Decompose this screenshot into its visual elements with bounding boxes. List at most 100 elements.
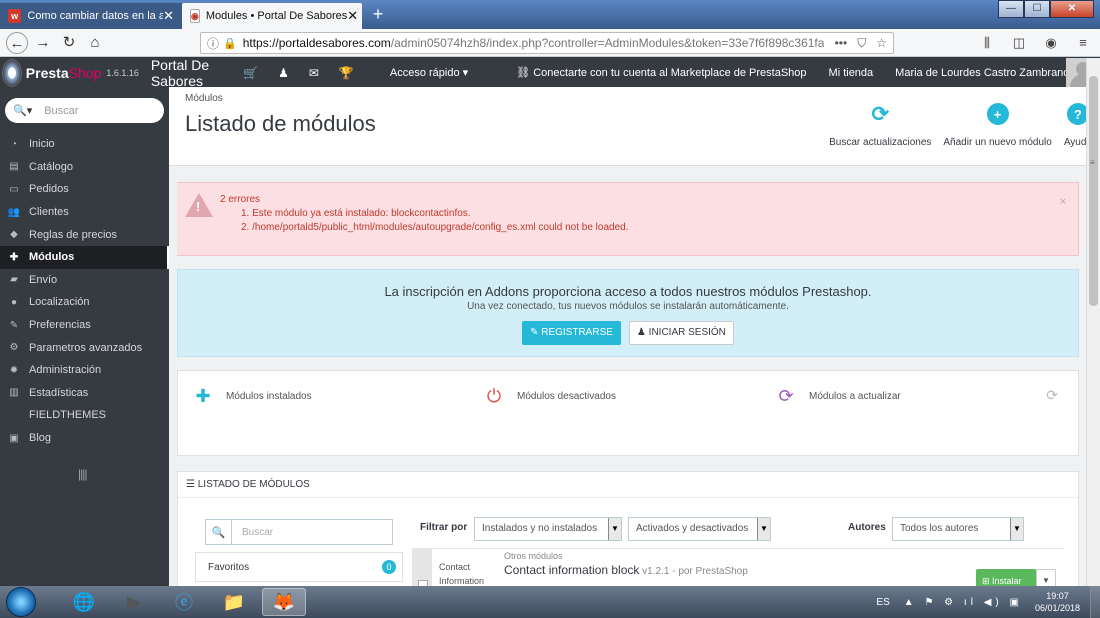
sidebar-item-blog[interactable]: ▣ Blog <box>0 427 169 450</box>
cart-icon[interactable]: 🛒 <box>243 66 258 80</box>
marketplace-link[interactable]: ⛓ Conectarte con tu cuenta al Marketplac… <box>516 66 806 79</box>
sidebar-item-inicio[interactable]: ◔ Inicio <box>0 133 169 156</box>
sidebar-item-modulos[interactable]: ✚ Módulos <box>0 245 169 269</box>
sidebar-item-localizacion[interactable]: ● Localización <box>0 291 169 314</box>
install-status-select[interactable]: Instalados y no instalados ▼ <box>474 517 622 541</box>
info-icon[interactable]: ⓘ <box>207 35 219 52</box>
brand-name[interactable]: PrestaShop <box>26 65 102 81</box>
puzzle-icon: ✚ <box>195 386 211 406</box>
modules-to-update-stat[interactable]: ⟳ Módulos a actualizar <box>775 385 900 407</box>
page-toolbar: ⟳ Buscar actualizaciones + Añadir un nue… <box>829 102 1092 149</box>
language-indicator[interactable]: ES <box>876 597 889 608</box>
sidebar-search-input[interactable]: 🔍▾ Buscar <box>5 98 164 123</box>
tab-close-icon[interactable]: ✕ <box>163 8 174 24</box>
url-bar[interactable]: ⓘ 🔒 https://portaldesabores.com /admin05… <box>200 32 894 54</box>
sidebar-item-clientes[interactable]: 👥 Clientes <box>0 201 169 224</box>
sidebar: 🔍▾ Buscar ◔ Inicio ▤ Catálogo ▭ Pedidos 👥 Cl… <box>0 87 169 586</box>
refresh-icon: ⟳ <box>871 102 890 126</box>
disabled-modules-stat[interactable]: ⏻ Módulos desactivados <box>483 385 616 407</box>
check-updates-button[interactable]: ⟳ Buscar actualizaciones <box>829 102 931 149</box>
minimize-button[interactable]: — <box>998 0 1024 18</box>
globe-icon: ● <box>10 296 18 308</box>
browser-tab-1[interactable]: w Como cambiar datos en la adm ✕ <box>0 3 182 29</box>
forward-icon[interactable]: → <box>32 32 54 54</box>
extension-icon[interactable]: ◉ <box>1042 32 1060 54</box>
installed-modules-stat[interactable]: ✚ Módulos instalados <box>192 385 311 407</box>
internet-explorer-icon[interactable]: ⓔ <box>162 588 206 616</box>
addons-title: La inscripción en Addons proporciona acc… <box>384 284 872 299</box>
enabled-status-select[interactable]: Activados y desactivados ▼ <box>628 517 771 541</box>
tab-close-icon[interactable]: ✕ <box>347 8 358 24</box>
scrollbar-thumb[interactable] <box>1089 76 1098 306</box>
url-host: https://portaldesabores.com <box>242 36 391 50</box>
sidebar-item-envio[interactable]: ▰ Envío <box>0 269 169 292</box>
reload-icon[interactable]: ↻ <box>58 32 80 54</box>
user-icon: ♟ <box>636 327 649 338</box>
sidebar-item-preferencias[interactable]: ✎ Preferencias <box>0 314 169 337</box>
module-search-input[interactable]: 🔍 Buscar <box>205 519 393 545</box>
tray-icons[interactable]: ▲ ⚑ ⚙ ıl ◀) ▣ <box>904 597 1023 608</box>
module-name: Contact information block v1.2.1 - por P… <box>504 563 748 577</box>
sidebar-item-fieldthemes[interactable]: FIELDTHEMES <box>0 404 169 427</box>
wrench-icon: ✎ <box>9 319 19 331</box>
page-actions-icon[interactable]: ••• <box>835 36 848 51</box>
file-explorer-icon[interactable]: 📁 <box>212 588 256 616</box>
login-button[interactable]: ♟ INICIAR SESIÓN <box>628 321 734 345</box>
system-tray: ES ▲ ⚑ ⚙ ıl ◀) ▣ 19:07 06/01/2018 <box>876 586 1100 618</box>
favorites-filter[interactable]: Favoritos 0 <box>195 552 403 582</box>
plus-circle-icon: + <box>986 103 1009 125</box>
sidebar-item-parametros[interactable]: ⚙ Parametros avanzados <box>0 336 169 359</box>
close-window-button[interactable]: ✕ <box>1050 0 1094 18</box>
media-player-icon[interactable]: ▶ <box>112 588 156 616</box>
browser-tab-2[interactable]: ◉ Modules • Portal De Sabores ✕ <box>182 3 362 29</box>
quick-access-menu[interactable]: Acceso rápido ▾ <box>390 66 468 79</box>
sidebar-toggle-icon[interactable]: ◫ <box>1010 32 1028 54</box>
new-tab-button[interactable]: + <box>368 2 388 26</box>
add-module-button[interactable]: + Añadir un nuevo módulo <box>943 103 1052 148</box>
firefox-icon[interactable]: 🦊 <box>262 588 306 616</box>
message-icon[interactable]: ✉ <box>309 66 319 80</box>
prestashop-logo-icon[interactable] <box>2 58 22 87</box>
pocket-icon[interactable]: ⛉ <box>857 36 866 51</box>
trophy-icon[interactable]: 🏆 <box>339 66 354 80</box>
user-menu[interactable]: Maria de Lourdes Castro Zambrano ▾ <box>895 66 1078 79</box>
sidebar-collapse-handle[interactable]: |||| <box>78 467 88 481</box>
bookmark-star-icon[interactable]: ☆ <box>876 36 887 51</box>
sidebar-item-reglas[interactable]: ◆ Reglas de precios <box>0 223 169 246</box>
sidebar-item-administracion[interactable]: ✹ Administración <box>0 359 169 382</box>
alert-error-item: 1. Este módulo ya está instalado: blockc… <box>241 208 471 219</box>
refresh-icon[interactable]: ⟳ <box>1046 387 1058 404</box>
maximize-button[interactable]: ☐ <box>1024 0 1050 18</box>
chrome-icon[interactable]: 🌐 <box>62 588 106 616</box>
sidebar-item-estadisticas[interactable]: ▥ Estadísticas <box>0 382 169 405</box>
clock[interactable]: 19:07 06/01/2018 <box>1035 590 1080 614</box>
back-icon[interactable]: ← <box>6 32 28 54</box>
browser-tab-strip: w Como cambiar datos en la adm ✕ ◉ Modul… <box>0 0 1100 29</box>
library-icon[interactable]: ⫼ <box>978 32 996 54</box>
page-scrollbar[interactable]: ≡ <box>1086 58 1100 586</box>
sidebar-item-pedidos[interactable]: ▭ Pedidos <box>0 178 169 201</box>
home-icon[interactable]: ⌂ <box>84 32 106 54</box>
url-path: /admin05074hzh8/index.php?controller=Adm… <box>390 36 825 50</box>
authors-label: Autores <box>848 522 886 533</box>
search-icon[interactable]: 🔍 <box>206 520 232 544</box>
install-button[interactable]: ⊞ Instalar <box>976 569 1036 586</box>
shop-name[interactable]: Portal De Sabores <box>151 57 229 89</box>
close-icon[interactable]: × <box>1060 196 1066 208</box>
search-icon[interactable]: 🔍▾ <box>13 104 32 117</box>
alert-error-list: 1. Este módulo ya está instalado: blockc… <box>241 207 628 235</box>
install-options-dropdown[interactable]: ▼ <box>1036 569 1056 586</box>
module-stats-panel: ✚ Módulos instalados ⏻ Módulos desactiva… <box>177 370 1079 456</box>
show-desktop-button[interactable] <box>1090 586 1100 618</box>
breadcrumb[interactable]: Módulos <box>185 93 223 104</box>
authors-select[interactable]: Todos los autores ▼ <box>892 517 1024 541</box>
start-button[interactable] <box>6 587 36 617</box>
my-shop-link[interactable]: Mi tienda <box>829 67 874 79</box>
sidebar-menu: ◔ Inicio ▤ Catálogo ▭ Pedidos 👥 Clientes ◆ Re… <box>0 133 169 449</box>
alert-title: 2 errores <box>220 194 261 205</box>
browser-nav-bar: ← → ↻ ⌂ ⓘ 🔒 https://portaldesabores.com … <box>0 29 1100 57</box>
register-button[interactable]: ✎ REGISTRARSE <box>522 321 621 345</box>
menu-icon[interactable]: ≡ <box>1074 32 1092 54</box>
sidebar-item-catalogo[interactable]: ▤ Catálogo <box>0 156 169 179</box>
customer-icon[interactable]: ♟ <box>278 66 289 80</box>
